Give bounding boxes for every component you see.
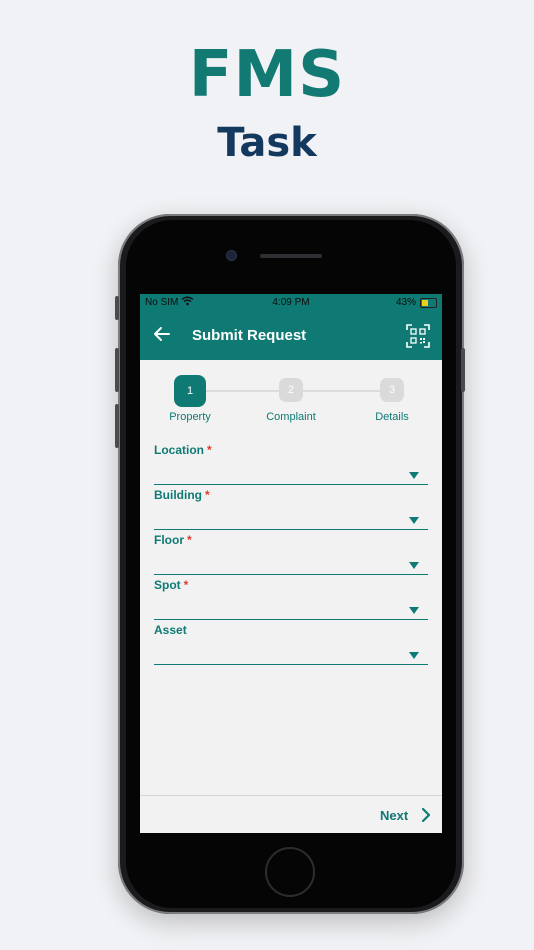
home-button[interactable] [265, 847, 315, 897]
asset-label: Asset [154, 623, 187, 637]
required-marker: * [183, 578, 189, 592]
status-bar: No SIM 4:09 PM 43% [140, 294, 442, 312]
floor-label: Floor * [154, 533, 192, 547]
back-arrow-icon[interactable] [150, 322, 174, 346]
battery-percentage: 43% [395, 297, 416, 308]
location-label: Location * [154, 443, 212, 457]
required-marker: * [187, 533, 192, 547]
location-dropdown: Location * [154, 443, 428, 487]
phone-volume-up [115, 348, 119, 392]
floor-select[interactable] [154, 551, 428, 575]
building-label: Building * [154, 488, 210, 502]
step-label-property: Property [169, 411, 211, 423]
chevron-right-icon [420, 807, 432, 823]
dropdown-arrow-icon [409, 562, 419, 569]
phone-mute-switch [115, 296, 119, 320]
spot-label: Spot * [154, 578, 189, 592]
field-underline [154, 664, 428, 665]
stepper-connector [302, 390, 390, 392]
required-marker: * [205, 488, 210, 502]
dropdown-arrow-icon [409, 472, 419, 479]
phone-power-button [461, 348, 465, 392]
qr-code-icon[interactable] [406, 324, 430, 348]
step-indicator-details[interactable]: 3 [380, 378, 404, 402]
floor-dropdown: Floor * [154, 533, 428, 577]
required-marker: * [207, 443, 212, 457]
step-indicator-property[interactable]: 1 [174, 375, 206, 407]
asset-select[interactable] [154, 641, 428, 665]
spot-dropdown: Spot * [154, 578, 428, 622]
step-label-complaint: Complaint [266, 411, 316, 423]
building-dropdown: Building * [154, 488, 428, 532]
phone-volume-down [115, 404, 119, 448]
spot-select[interactable] [154, 596, 428, 620]
footer-divider [140, 795, 442, 796]
promo-title: FMS [188, 38, 346, 112]
asset-dropdown: Asset [154, 623, 428, 667]
building-select[interactable] [154, 506, 428, 530]
next-button[interactable]: Next [376, 805, 438, 827]
battery-icon [420, 298, 437, 308]
field-underline [154, 484, 428, 485]
app-screen: No SIM 4:09 PM 43% Submit Request 1 2 3 … [140, 294, 442, 833]
dropdown-arrow-icon [409, 607, 419, 614]
page-title: Submit Request [192, 327, 307, 344]
earpiece-speaker [260, 254, 322, 258]
field-underline [154, 574, 428, 575]
app-bar: Submit Request [140, 312, 442, 360]
step-label-details: Details [375, 411, 409, 423]
field-underline [154, 619, 428, 620]
next-label: Next [380, 808, 409, 823]
promo-subtitle: Task [217, 120, 317, 166]
front-camera [226, 250, 237, 261]
dropdown-arrow-icon [409, 652, 419, 659]
step-indicator-complaint[interactable]: 2 [279, 378, 303, 402]
field-underline [154, 529, 428, 530]
dropdown-arrow-icon [409, 517, 419, 524]
location-select[interactable] [154, 461, 428, 485]
